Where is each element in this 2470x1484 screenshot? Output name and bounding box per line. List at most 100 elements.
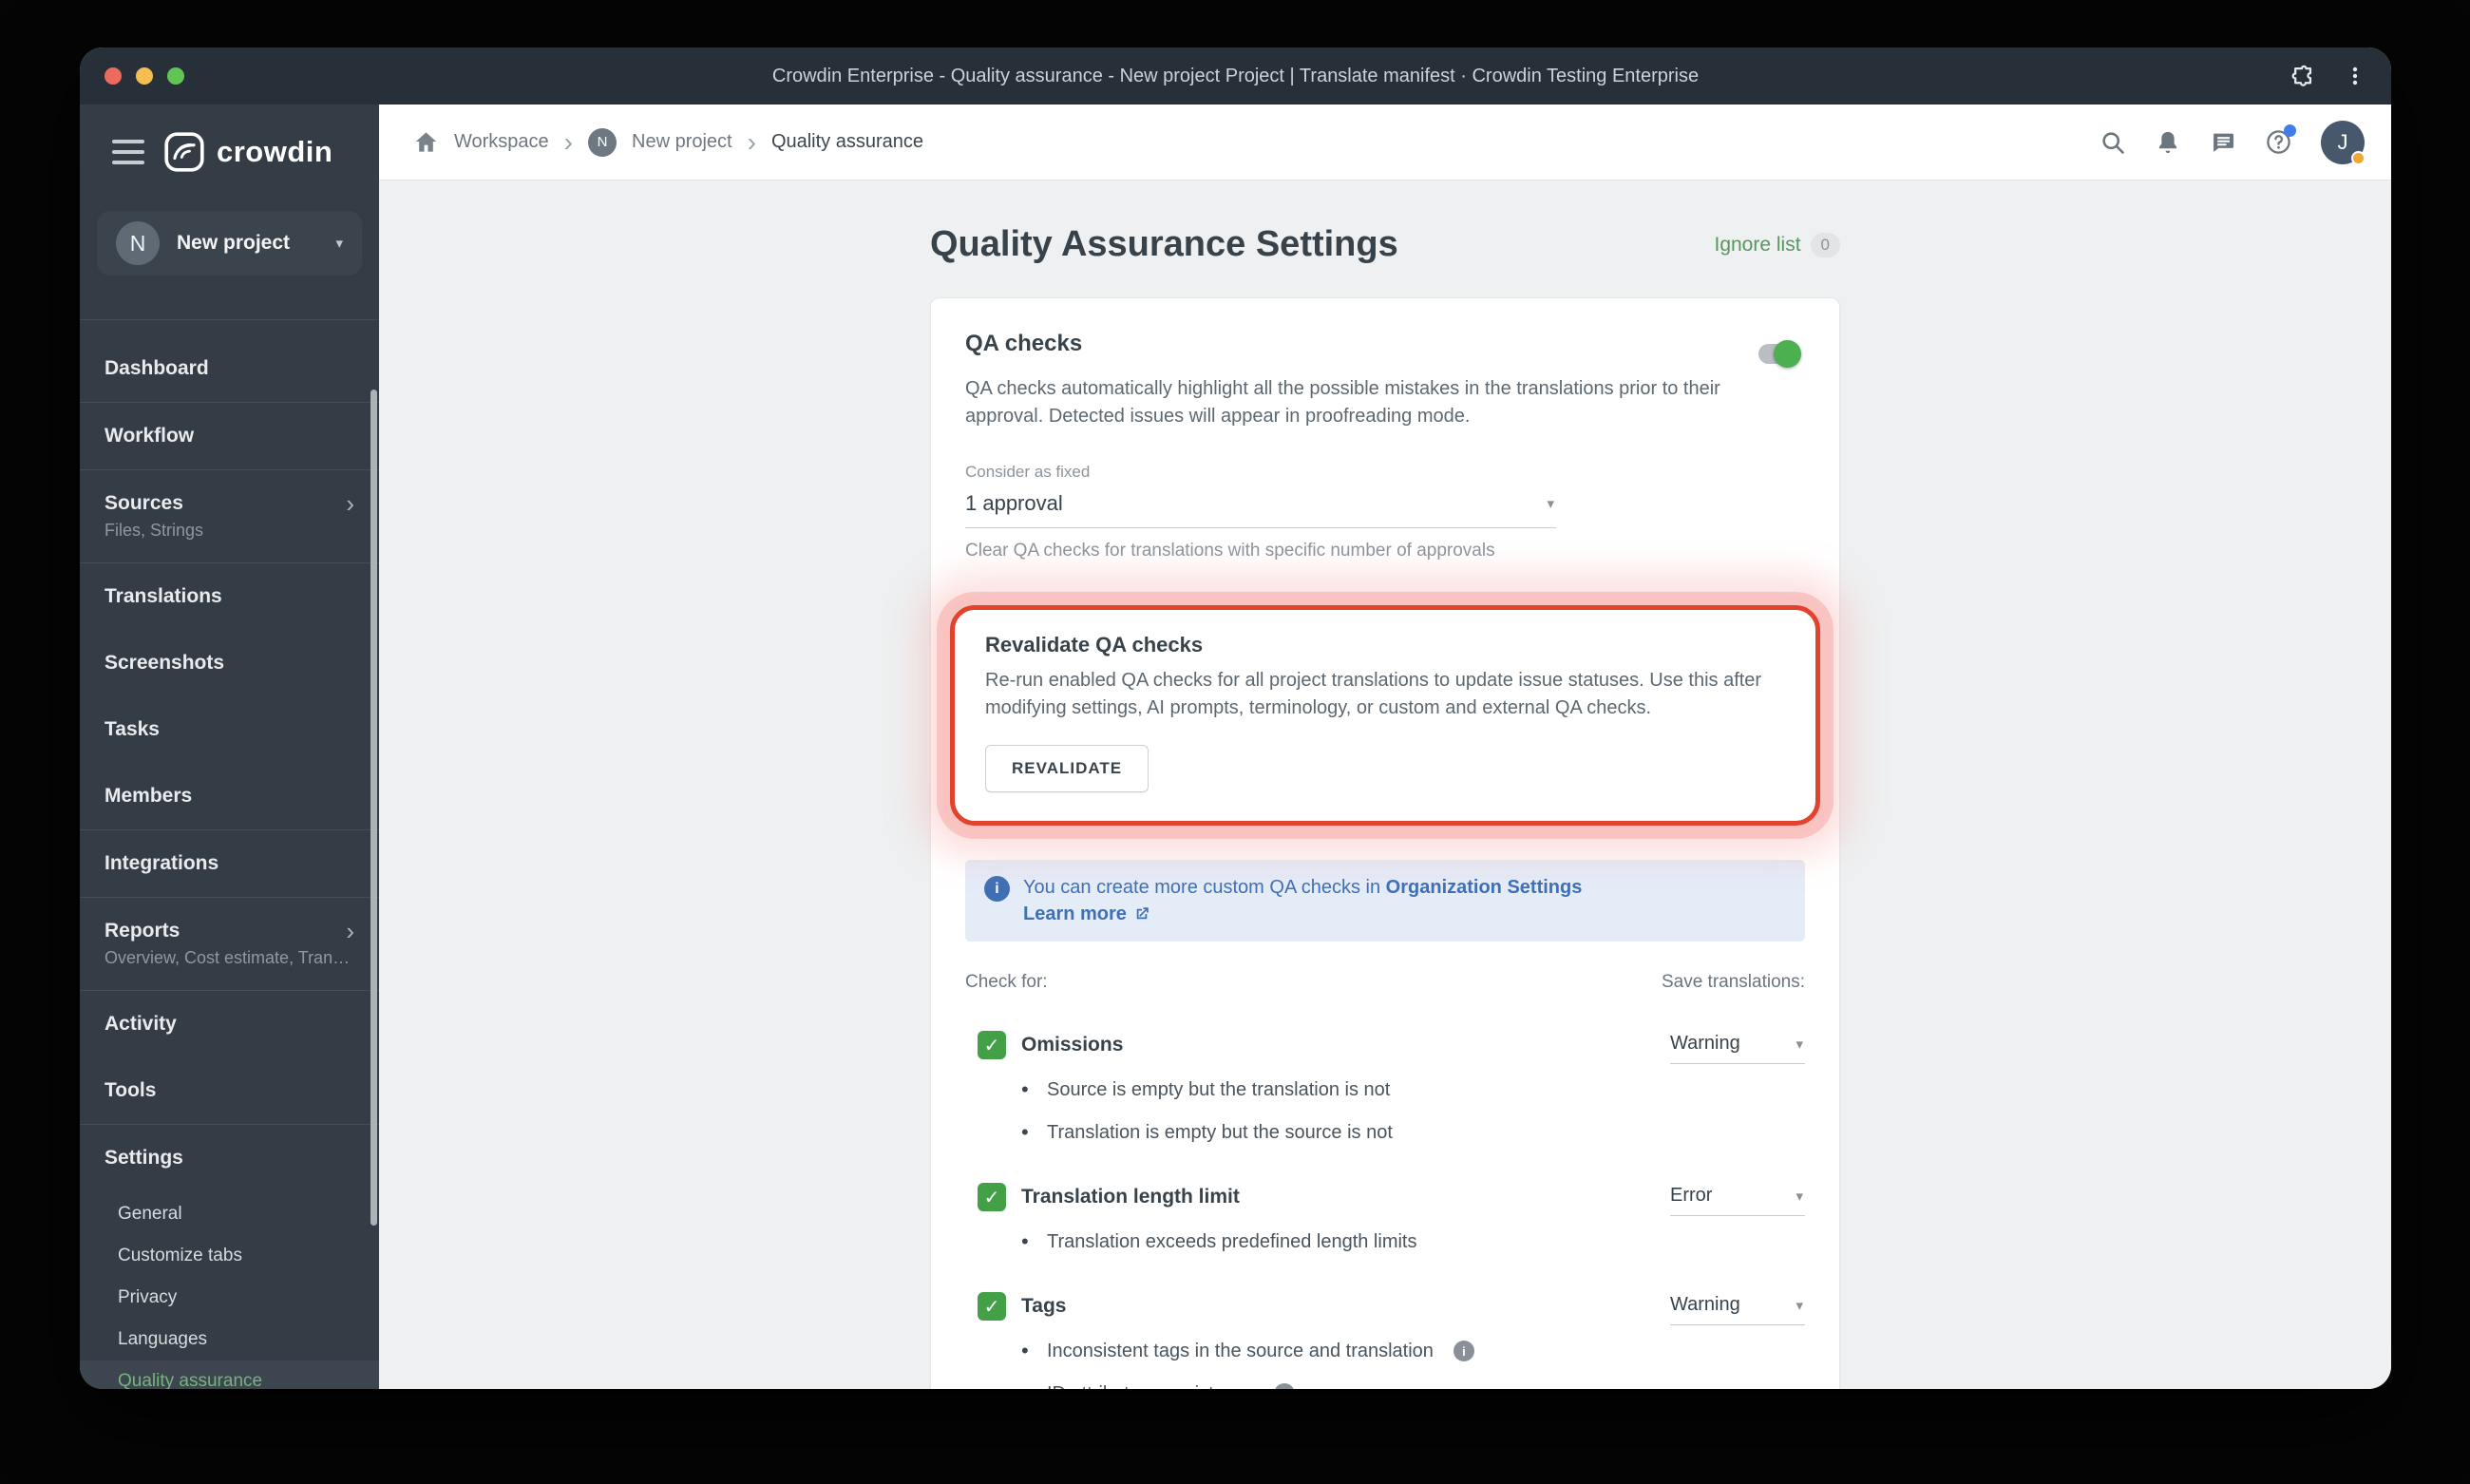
sidebar-item[interactable]: Dashboard › <box>80 335 379 403</box>
checkbox-checked-icon[interactable]: ✓ <box>978 1183 1006 1211</box>
bullet-icon: • <box>1021 1339 1029 1362</box>
checkbox-checked-icon[interactable]: ✓ <box>978 1292 1006 1321</box>
chevron-right-icon: › <box>346 917 354 945</box>
project-avatar: N <box>116 221 160 265</box>
app-header: Workspace › N New project › Quality assu… <box>379 105 2391 181</box>
sidebar-subitem[interactable]: Quality assurance <box>80 1360 379 1389</box>
check-bullet: • Translation exceeds predefined length … <box>1021 1229 1417 1253</box>
home-icon[interactable] <box>413 129 439 155</box>
severity-select[interactable]: Warning ▾ <box>1670 1031 1805 1064</box>
sidebar-scrollbar[interactable] <box>370 390 377 1226</box>
sidebar-subitem[interactable]: Languages <box>80 1319 379 1360</box>
crowdin-wordmark: crowdin <box>217 135 333 168</box>
chevron-right-icon: › <box>747 126 756 157</box>
sidebar-item[interactable]: Screenshots › <box>80 630 379 696</box>
browser-titlebar: Crowdin Enterprise - Quality assurance -… <box>80 48 2391 105</box>
severity-select[interactable]: Error ▾ <box>1670 1183 1805 1216</box>
breadcrumb: Workspace › N New project › Quality assu… <box>413 126 924 157</box>
qa-settings-card: QA checks QA checks automatically highli… <box>930 297 1840 1389</box>
consider-as-fixed-label: Consider as fixed <box>965 463 1091 481</box>
extensions-icon[interactable] <box>2290 64 2315 89</box>
qa-checks-description: QA checks automatically highlight all th… <box>965 378 1720 427</box>
chevron-down-icon: ▾ <box>1796 1297 1803 1314</box>
check-bullet: • Source is empty but the translation is… <box>1021 1077 1391 1101</box>
zoom-window-button[interactable] <box>167 67 184 85</box>
ignore-list-count-badge: 0 <box>1810 232 1840 257</box>
check-bullet: • ID attributes consistency i <box>1021 1381 1474 1389</box>
sidebar-item[interactable]: Sources › Files, Strings <box>80 470 379 563</box>
help-icon[interactable] <box>2265 124 2296 156</box>
sidebar-subitem[interactable]: General <box>80 1193 379 1235</box>
help-notification-dot <box>2284 124 2296 137</box>
menu-toggle-icon[interactable] <box>112 140 144 164</box>
sidebar-subitem[interactable]: Customize tabs <box>80 1235 379 1277</box>
close-window-button[interactable] <box>104 67 122 85</box>
sidebar-item[interactable]: Workflow › <box>80 403 379 470</box>
user-avatar[interactable]: J <box>2321 120 2366 165</box>
avatar-status-dot <box>2351 150 2366 165</box>
revalidate-description: Re-run enabled QA checks for all project… <box>985 670 1762 718</box>
browser-window: Crowdin Enterprise - Quality assurance -… <box>80 48 2391 1389</box>
bullet-icon: • <box>1021 1120 1029 1144</box>
info-icon: i <box>984 876 1010 902</box>
bullet-icon: • <box>1021 1229 1029 1253</box>
project-switcher[interactable]: N New project ▾ <box>97 211 362 276</box>
crowdin-logo[interactable]: crowdin <box>163 131 332 173</box>
breadcrumb-current: Quality assurance <box>770 131 924 152</box>
chevron-down-icon: ▾ <box>1796 1188 1803 1205</box>
browser-menu-icon[interactable] <box>2344 65 2366 87</box>
consider-as-fixed-help: Clear QA checks for translations with sp… <box>965 541 1495 561</box>
sidebar-item[interactable]: Translations › <box>80 563 379 630</box>
checkbox-checked-icon[interactable]: ✓ <box>978 1031 1006 1059</box>
qa-checks-heading: QA checks <box>965 331 1083 356</box>
sidebar-nav: Dashboard › Workflow › Sources <box>80 319 379 1191</box>
checks-list: ✓ Omissions • Source is empty but the tr… <box>965 1031 1805 1389</box>
organization-settings-link[interactable]: Organization Settings <box>1386 877 1583 898</box>
breadcrumb-project[interactable]: New project <box>632 131 732 153</box>
breadcrumb-workspace[interactable]: Workspace <box>454 131 549 153</box>
settings-subnav: General Customize tabs Privacy Languages… <box>80 1193 379 1389</box>
messages-icon[interactable] <box>2210 129 2236 156</box>
info-tooltip-icon[interactable]: i <box>1453 1341 1474 1361</box>
external-link-icon <box>1136 907 1149 920</box>
sidebar-item[interactable]: Tasks › <box>80 696 379 763</box>
qa-checks-toggle[interactable] <box>1758 340 1801 368</box>
breadcrumb-project-avatar: N <box>588 127 617 157</box>
search-icon[interactable] <box>2100 129 2126 156</box>
window-controls <box>104 67 184 85</box>
revalidate-heading: Revalidate QA checks <box>985 633 1204 656</box>
bullet-icon: • <box>1021 1077 1029 1101</box>
sidebar-item[interactable]: Integrations › <box>80 830 379 898</box>
chevron-down-icon: ▾ <box>1796 1036 1803 1053</box>
sidebar-item[interactable]: Settings › <box>80 1125 379 1191</box>
crowdin-logo-icon <box>164 132 204 172</box>
ignore-list-link[interactable]: Ignore list 0 <box>1714 232 1840 257</box>
info-tooltip-icon[interactable]: i <box>1273 1383 1295 1389</box>
save-translations-label: Save translations: <box>1661 972 1805 992</box>
sidebar-item[interactable]: Reports › Overview, Cost estimate, Tran… <box>80 898 379 991</box>
notifications-bell-icon[interactable] <box>2155 129 2181 156</box>
sidebar-subitem[interactable]: Privacy <box>80 1277 379 1319</box>
chevron-right-icon: › <box>563 126 573 157</box>
chevron-right-icon: › <box>346 489 354 518</box>
learn-more-link[interactable]: Learn more <box>1023 901 1150 927</box>
sidebar: crowdin N New project ▾ Dashboard › <box>80 105 379 1389</box>
minimize-window-button[interactable] <box>136 67 153 85</box>
revalidate-section-highlighted: Revalidate QA checks Re-run enabled QA c… <box>950 605 1820 826</box>
page-title: Quality Assurance Settings <box>930 224 1398 264</box>
chevron-down-icon: ▾ <box>1547 496 1554 512</box>
check-row: ✓ Omissions • Source is empty but the tr… <box>978 1031 1805 1145</box>
chevron-down-icon: ▾ <box>335 236 343 252</box>
check-bullet: • Translation is empty but the source is… <box>1021 1120 1393 1144</box>
sidebar-item[interactable]: Tools › <box>80 1057 379 1125</box>
check-for-label: Check for: <box>965 972 1048 992</box>
revalidate-button[interactable]: REVALIDATE <box>985 745 1150 792</box>
sidebar-item[interactable]: Activity › <box>80 991 379 1057</box>
settings-page: Quality Assurance Settings Ignore list 0… <box>379 181 2391 1389</box>
severity-select[interactable]: Warning ▾ <box>1670 1292 1805 1325</box>
check-row: ✓ Translation length limit • Translation… <box>978 1183 1805 1254</box>
check-row: ✓ Tags • Inconsistent tags in the source… <box>978 1292 1805 1389</box>
consider-as-fixed-select[interactable]: 1 approval ▾ <box>965 482 1556 528</box>
sidebar-item[interactable]: Members › <box>80 763 379 830</box>
bullet-icon: • <box>1021 1381 1031 1389</box>
